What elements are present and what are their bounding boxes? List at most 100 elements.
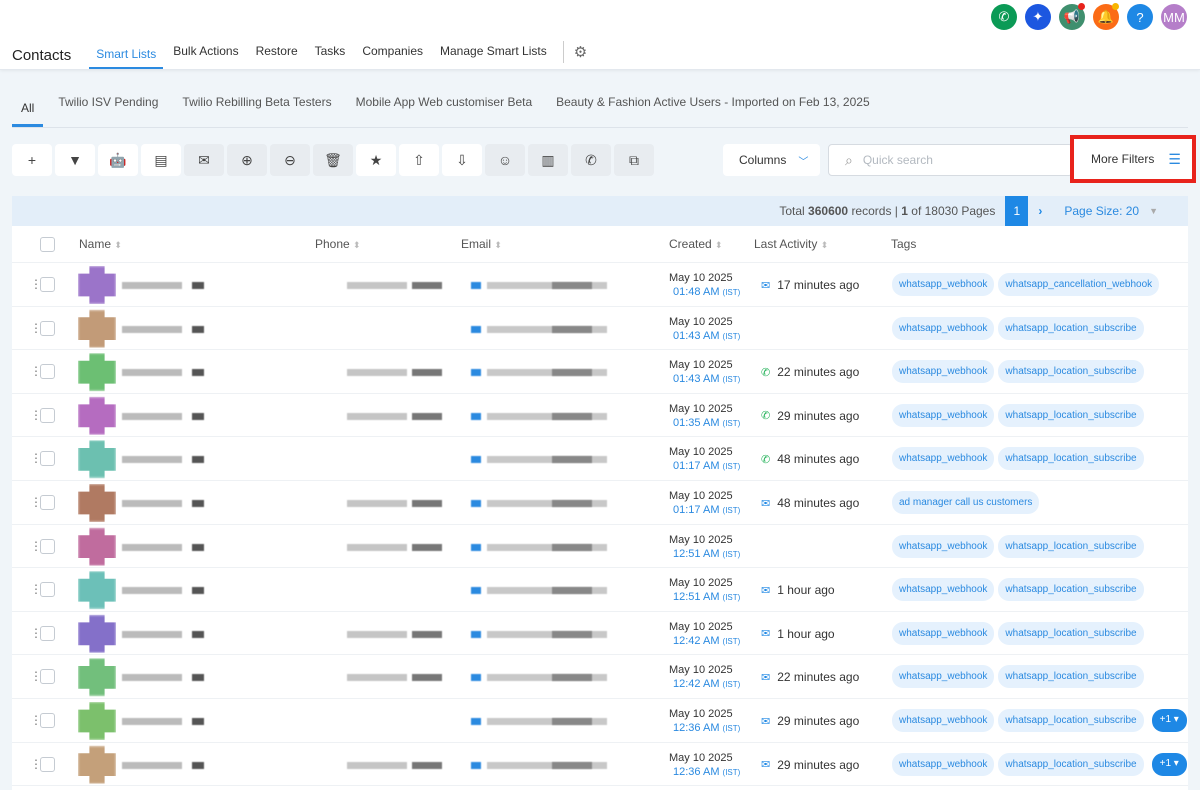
review-button[interactable]: ☺ — [485, 144, 525, 176]
tag-chip[interactable]: whatsapp_location_subscribe — [998, 403, 1144, 427]
table-row[interactable]: ⋮ May 10 2025 12:36 AM (IST) ✉ 29 minutes ag… — [12, 699, 1188, 743]
import-button[interactable]: ⇩ — [442, 144, 482, 176]
row-checkbox[interactable] — [40, 713, 55, 728]
megaphone-icon-button[interactable]: 📢 — [1059, 3, 1085, 30]
add-tag-button[interactable]: ⊕ — [227, 144, 267, 176]
tag-chip[interactable]: whatsapp_webhook — [892, 578, 995, 602]
help-icon-button[interactable]: ? — [1127, 4, 1153, 30]
tag-chip[interactable]: whatsapp_webhook — [892, 709, 995, 732]
star-button[interactable]: ★ — [356, 144, 396, 176]
tag-chip[interactable]: whatsapp_webhook — [892, 273, 995, 296]
table-row[interactable]: ⋮ May 10 2025 12:36 AM (IST) ✉ 29 minutes ag… — [12, 743, 1188, 787]
row-checkbox[interactable] — [40, 538, 55, 554]
remove-tag-button[interactable]: ⊖ — [270, 144, 310, 176]
delete-button[interactable]: 🗑 — [313, 144, 353, 176]
add-button[interactable]: + — [12, 144, 52, 176]
tag-chip[interactable]: whatsapp_webhook — [892, 447, 995, 471]
table-row[interactable]: ⋮ May 10 2025 01:48 AM (IST) ✉ 17 minutes ag… — [12, 263, 1188, 307]
row-checkbox[interactable] — [40, 495, 55, 510]
row-checkbox[interactable] — [40, 451, 55, 467]
company-button[interactable]: ▥ — [528, 144, 568, 176]
tag-chip[interactable]: whatsapp_location_subscribe — [998, 534, 1144, 558]
tag-chip[interactable]: whatsapp_location_subscribe — [998, 447, 1144, 471]
row-checkbox[interactable] — [40, 320, 55, 336]
email-button[interactable]: ✉ — [184, 144, 224, 176]
tag-chip[interactable]: whatsapp_webhook — [892, 752, 995, 776]
row-checkbox[interactable] — [40, 407, 55, 423]
avatar[interactable]: MM — [1161, 4, 1187, 30]
table-row[interactable]: ⋮ May 10 2025 12:42 AM (IST) ✉ 22 minutes ag… — [12, 655, 1188, 699]
row-checkbox[interactable] — [40, 364, 55, 380]
list-tab-all[interactable]: All — [12, 92, 44, 127]
tag-chip[interactable]: whatsapp_webhook — [892, 316, 995, 340]
header-phone[interactable]: Phone ⬍ — [315, 237, 361, 251]
table-row[interactable]: ⋮ May 10 2025 01:17 AM (IST) ✆ 48 minutes ag… — [12, 437, 1188, 481]
table-row[interactable]: ⋮ May 10 2025 01:43 AM (IST) whatsapp_webho… — [12, 307, 1188, 351]
header-last-activity[interactable]: Last Activity ⬍ — [754, 237, 828, 251]
tag-chip[interactable]: ad manager call us customers — [892, 491, 1040, 514]
last-activity: ✆ 29 minutes ago — [761, 409, 859, 423]
list-tab[interactable]: Mobile App Web customiser Beta — [347, 92, 542, 127]
header-email[interactable]: Email ⬍ — [461, 237, 502, 251]
tab-smart-lists[interactable]: Smart Lists — [89, 41, 164, 69]
tag-chip[interactable]: whatsapp_location_subscribe — [998, 709, 1144, 732]
table-row[interactable]: ⋮ May 10 2025 12:42 AM (IST) ✉ 1 hour ago wha… — [12, 612, 1188, 656]
tag-chip[interactable]: whatsapp_location_subscribe — [998, 578, 1144, 602]
row-checkbox[interactable] — [40, 756, 55, 772]
tag-chip[interactable]: whatsapp_location_subscribe — [998, 621, 1144, 645]
add-tag-icon: ⊕ — [241, 151, 253, 168]
header-name[interactable]: Name ⬍ — [79, 237, 122, 251]
sms-button[interactable]: ▤ — [141, 144, 181, 176]
whatsapp-button[interactable]: ✆ — [571, 144, 611, 176]
redacted-text — [471, 587, 481, 595]
bot-button[interactable]: 🤖 — [98, 144, 138, 176]
tab-restore[interactable]: Restore — [249, 41, 305, 69]
table-row[interactable]: ⋮ May 10 2025 01:35 AM (IST) ✆ 29 minutes ag… — [12, 394, 1188, 438]
tag-chip[interactable]: whatsapp_cancellation_webhook — [998, 273, 1160, 296]
table-row[interactable]: ⋮ May 10 2025 01:43 AM (IST) ✆ 22 minutes ag… — [12, 350, 1188, 394]
page-size-select[interactable]: Page Size: 20 — [1064, 204, 1139, 218]
more-tags-button[interactable]: +1 ▾ — [1151, 752, 1187, 776]
tag-chip[interactable]: whatsapp_webhook — [892, 534, 995, 558]
sparkle-icon-button[interactable]: ✦ — [1025, 4, 1051, 30]
tab-tasks[interactable]: Tasks — [308, 41, 353, 69]
duplicate-button[interactable]: ⧉ — [614, 144, 654, 176]
tag-chip[interactable]: whatsapp_location_subscribe — [998, 316, 1144, 340]
table-row[interactable]: ⋮ May 10 2025 12:51 AM (IST) ✉ 1 hour ago wha… — [12, 568, 1188, 612]
more-filters-button[interactable]: More Filters ☰ — [1070, 135, 1196, 183]
bell-icon-button[interactable]: 🔔 — [1093, 3, 1119, 30]
row-checkbox[interactable] — [40, 277, 55, 292]
duplicate-icon: ⧉ — [629, 151, 639, 168]
filter-button[interactable]: ▼ — [55, 144, 95, 176]
columns-button[interactable]: Columns ﹀ — [723, 144, 820, 176]
tab-companies[interactable]: Companies — [355, 41, 430, 69]
tag-chip[interactable]: whatsapp_webhook — [892, 665, 995, 689]
caret-down-icon[interactable]: ▼ — [1149, 206, 1158, 216]
tab-bulk-actions[interactable]: Bulk Actions — [166, 41, 245, 69]
next-page-icon[interactable]: › — [1038, 204, 1042, 218]
page-button-current[interactable]: 1 — [1005, 196, 1029, 226]
more-tags-button[interactable]: +1 ▾ — [1151, 709, 1187, 732]
tag-chip[interactable]: whatsapp_webhook — [892, 621, 995, 645]
tag-chip[interactable]: whatsapp_webhook — [892, 403, 995, 427]
table-row[interactable]: ⋮ May 10 2025 12:51 AM (IST) whatsapp_webho… — [12, 525, 1188, 569]
table-row[interactable]: ⋮ May 10 2025 01:17 AM (IST) ✉ 48 minutes ag… — [12, 481, 1188, 525]
tag-chip[interactable]: whatsapp_location_subscribe — [998, 665, 1144, 689]
tag-chip[interactable]: whatsapp_webhook — [892, 360, 995, 384]
row-checkbox[interactable] — [40, 669, 55, 685]
header-created[interactable]: Created ⬍ — [669, 237, 723, 251]
list-tab[interactable]: Beauty & Fashion Active Users - Imported… — [547, 92, 879, 127]
row-checkbox[interactable] — [40, 625, 55, 641]
tag-chip[interactable]: whatsapp_location_subscribe — [998, 752, 1144, 776]
export-button[interactable]: ⇧ — [399, 144, 439, 176]
list-tab[interactable]: Twilio ISV Pending — [49, 92, 167, 127]
select-all-checkbox[interactable] — [40, 237, 55, 252]
phone-icon-button[interactable]: ✆ — [991, 4, 1017, 30]
quick-search-input[interactable]: ⌕ Quick search — [828, 144, 1073, 176]
row-checkbox[interactable] — [40, 582, 55, 598]
list-tab[interactable]: Twilio Rebilling Beta Testers — [173, 92, 340, 127]
activity-text: 29 minutes ago — [777, 714, 860, 728]
tab-manage-smart-lists[interactable]: Manage Smart Lists — [433, 41, 554, 69]
tag-chip[interactable]: whatsapp_location_subscribe — [998, 360, 1144, 384]
gear-icon[interactable]: ⚙ — [574, 43, 587, 61]
